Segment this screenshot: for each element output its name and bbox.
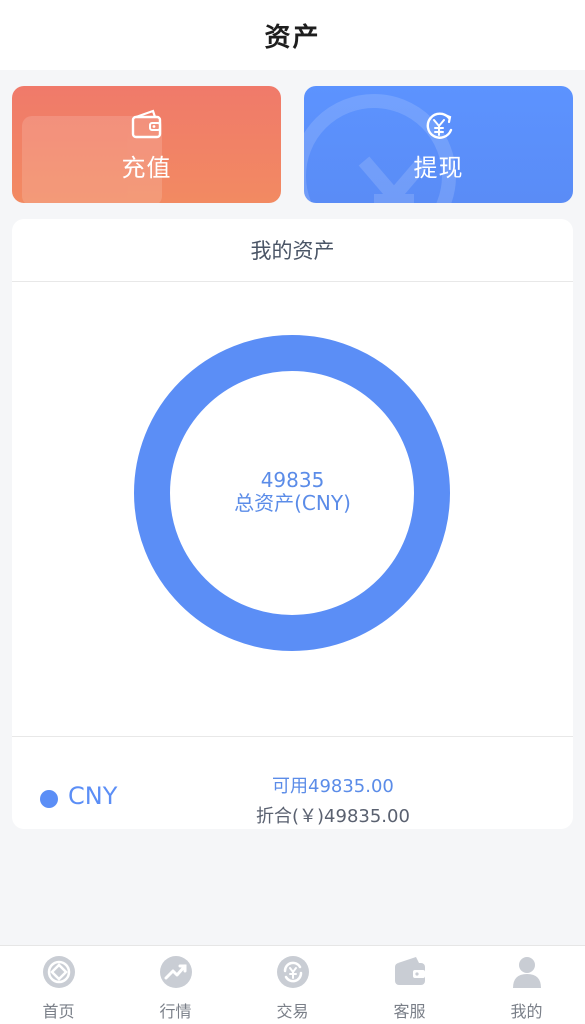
tab-home[interactable]: 首页 — [0, 946, 117, 1022]
tab-label: 我的 — [510, 1002, 543, 1021]
tab-label: 行情 — [159, 1002, 192, 1021]
tab-trade[interactable]: 交易 — [234, 946, 351, 1022]
wallet-icon — [131, 109, 161, 139]
tab-service[interactable]: 客服 — [351, 946, 468, 1022]
home-icon — [42, 956, 75, 988]
wallet-watermark-icon — [22, 116, 162, 203]
trend-chart-icon — [159, 956, 192, 988]
yuan-refresh-icon — [426, 112, 452, 139]
page-title: 资产 — [264, 22, 321, 53]
my-assets-panel: 我的资产 49835 总资产(CNY) CNY 可用49835.00 折合(￥)… — [12, 219, 573, 829]
total-asset-value: 49835 — [260, 468, 325, 492]
equivalent-balance: 折合(￥)49835.00 — [256, 806, 410, 827]
donut-center-text: 49835 总资产(CNY) — [12, 469, 573, 515]
currency-name: CNY — [68, 782, 118, 810]
currency-color-dot — [40, 790, 58, 808]
tab-label: 首页 — [42, 1002, 75, 1021]
recharge-label: 充值 — [121, 154, 172, 182]
header-bar: 资产 — [0, 0, 585, 70]
withdraw-label: 提现 — [413, 154, 464, 182]
available-balance: 可用49835.00 — [272, 776, 394, 797]
section-title: 我的资产 — [12, 219, 573, 282]
tab-label: 客服 — [393, 1002, 426, 1021]
recharge-button[interactable]: 充值 — [12, 86, 281, 203]
wallet-icon — [394, 957, 425, 985]
total-asset-label: 总资产(CNY) — [234, 491, 351, 515]
asset-donut-chart: 49835 总资产(CNY) — [12, 283, 573, 737]
withdraw-button[interactable]: 提现 — [304, 86, 573, 203]
tab-label: 交易 — [276, 1002, 309, 1021]
exchange-icon — [276, 956, 309, 988]
tab-market[interactable]: 行情 — [117, 946, 234, 1022]
bottom-tab-bar: 首页 行情 交易 客服 我的 — [0, 945, 585, 1024]
user-icon — [512, 957, 541, 988]
currency-row[interactable]: CNY 可用49835.00 折合(￥)49835.00 — [12, 737, 573, 829]
tab-mine[interactable]: 我的 — [468, 946, 585, 1022]
